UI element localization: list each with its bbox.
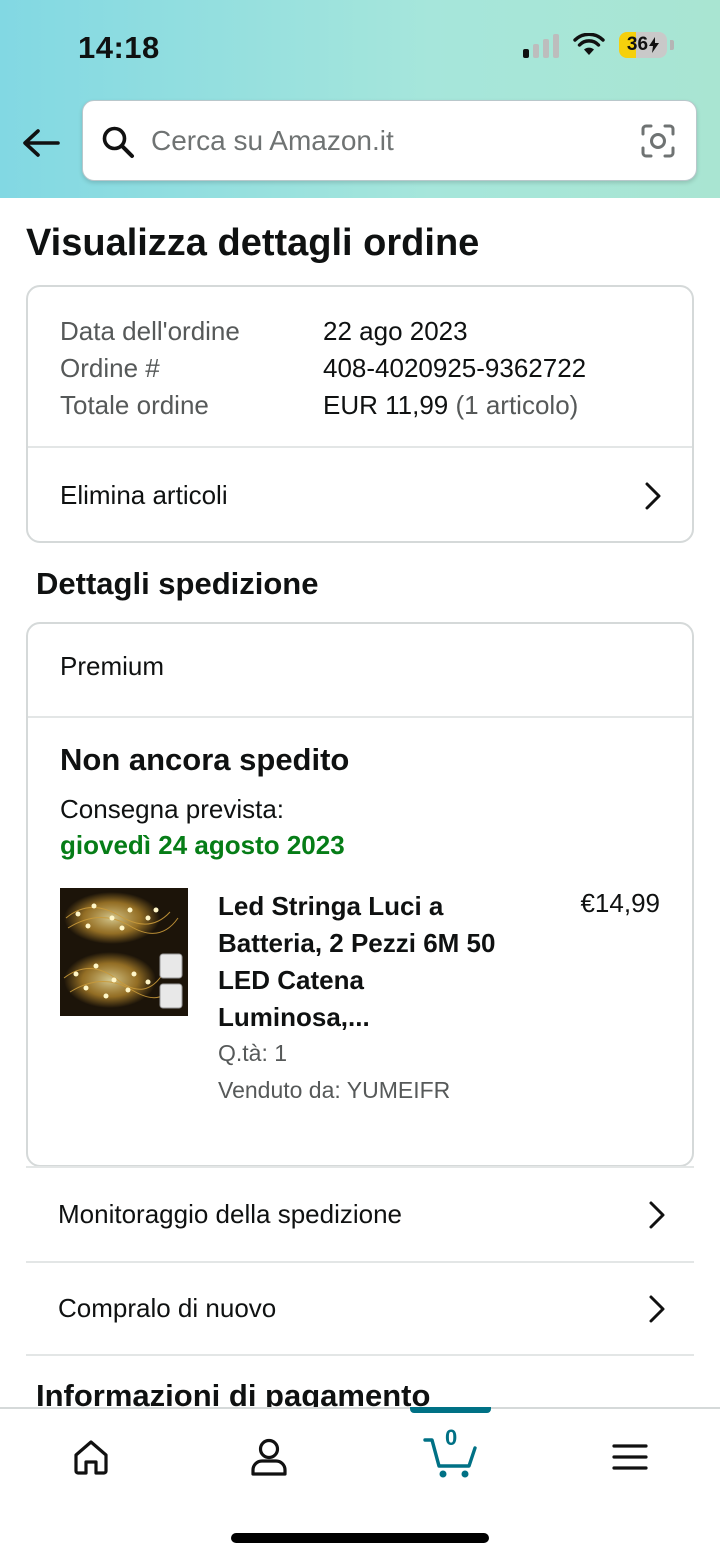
search-bar[interactable]: [82, 100, 697, 181]
buy-again-row[interactable]: Compralo di nuovo: [26, 1261, 694, 1356]
order-number-label: Ordine #: [60, 353, 160, 383]
page-title: Visualizza dettagli ordine: [26, 222, 480, 264]
camera-search-icon[interactable]: [640, 123, 676, 159]
delivery-date: giovedì 24 agosto 2023: [60, 830, 345, 860]
product-price: €14,99: [580, 888, 660, 918]
track-shipment-row[interactable]: Monitoraggio della spedizione: [26, 1166, 694, 1261]
string-lights-image: [60, 888, 188, 1016]
battery-cap: [670, 40, 674, 50]
nav-cart[interactable]: 0: [416, 1425, 486, 1485]
chevron-right-icon: [649, 1295, 665, 1322]
home-indicator: [231, 1533, 489, 1543]
cellular-signal-icon: [523, 32, 559, 58]
shipping-service: Premium: [60, 651, 165, 681]
order-number-value: 408-4020925-9362722: [323, 353, 587, 383]
order-info: Data dell'ordine 22 ago 2023 Ordine # 40…: [60, 313, 586, 424]
status-icons: 36: [523, 32, 674, 58]
hamburger-menu-icon: [612, 1444, 648, 1470]
battery-level: 36: [626, 34, 649, 55]
nav-menu[interactable]: [595, 1429, 665, 1485]
shipment-status: Non ancora spedito: [60, 742, 350, 777]
back-button[interactable]: [18, 120, 64, 166]
cart-count: 0: [445, 1425, 458, 1450]
shipment-card: Premium Non ancora spedito Consegna prev…: [26, 622, 694, 1167]
order-total-value: EUR 11,99 (1 articolo): [323, 387, 578, 424]
order-number-row: Ordine # 408-4020925-9362722: [60, 350, 586, 387]
product-image[interactable]: [60, 888, 188, 1016]
buy-again-label: Compralo di nuovo: [58, 1293, 277, 1323]
chevron-right-icon: [649, 1201, 665, 1228]
divider: [28, 716, 692, 718]
user-icon: [251, 1438, 287, 1476]
search-icon: [102, 126, 134, 158]
order-item-count: (1 articolo): [455, 390, 579, 420]
home-icon: [74, 1440, 108, 1475]
status-time: 14:18: [78, 30, 160, 65]
order-total-label: Totale ordine: [60, 390, 209, 420]
search-input[interactable]: [151, 117, 621, 165]
delete-items-label: Elimina articoli: [60, 480, 228, 510]
battery-icon: 36: [619, 32, 667, 58]
order-total-amount: EUR 11,99: [323, 390, 449, 420]
order-summary-card: Data dell'ordine 22 ago 2023 Ordine # 40…: [26, 285, 694, 543]
order-date-value: 22 ago 2023: [323, 316, 468, 346]
delivery-label: Consegna prevista:: [60, 794, 285, 824]
track-shipment-label: Monitoraggio della spedizione: [58, 1199, 403, 1229]
product-quantity: Q.tà: 1: [218, 1040, 288, 1066]
nav-account[interactable]: [234, 1429, 304, 1485]
delete-items-row[interactable]: Elimina articoli: [28, 448, 692, 543]
active-tab-indicator: [410, 1407, 491, 1413]
app-header: 14:18 36: [0, 0, 720, 198]
shipment-actions: Monitoraggio della spedizione Compralo d…: [26, 1166, 694, 1356]
wifi-icon: [573, 33, 605, 55]
nav-home[interactable]: [56, 1429, 126, 1485]
back-arrow-icon: [23, 129, 60, 157]
order-total-row: Totale ordine EUR 11,99 (1 articolo): [60, 387, 586, 424]
chevron-right-icon: [645, 482, 661, 509]
charging-bolt-icon: [649, 37, 660, 53]
order-date-label: Data dell'ordine: [60, 316, 240, 346]
product-seller: Venduto da: YUMEIFR: [218, 1077, 451, 1103]
shipping-section-title: Dettagli spedizione: [36, 566, 319, 601]
order-date-row: Data dell'ordine 22 ago 2023: [60, 313, 586, 350]
product-title-link[interactable]: Led Stringa Luci a Batteria, 2 Pezzi 6M …: [218, 888, 518, 1036]
